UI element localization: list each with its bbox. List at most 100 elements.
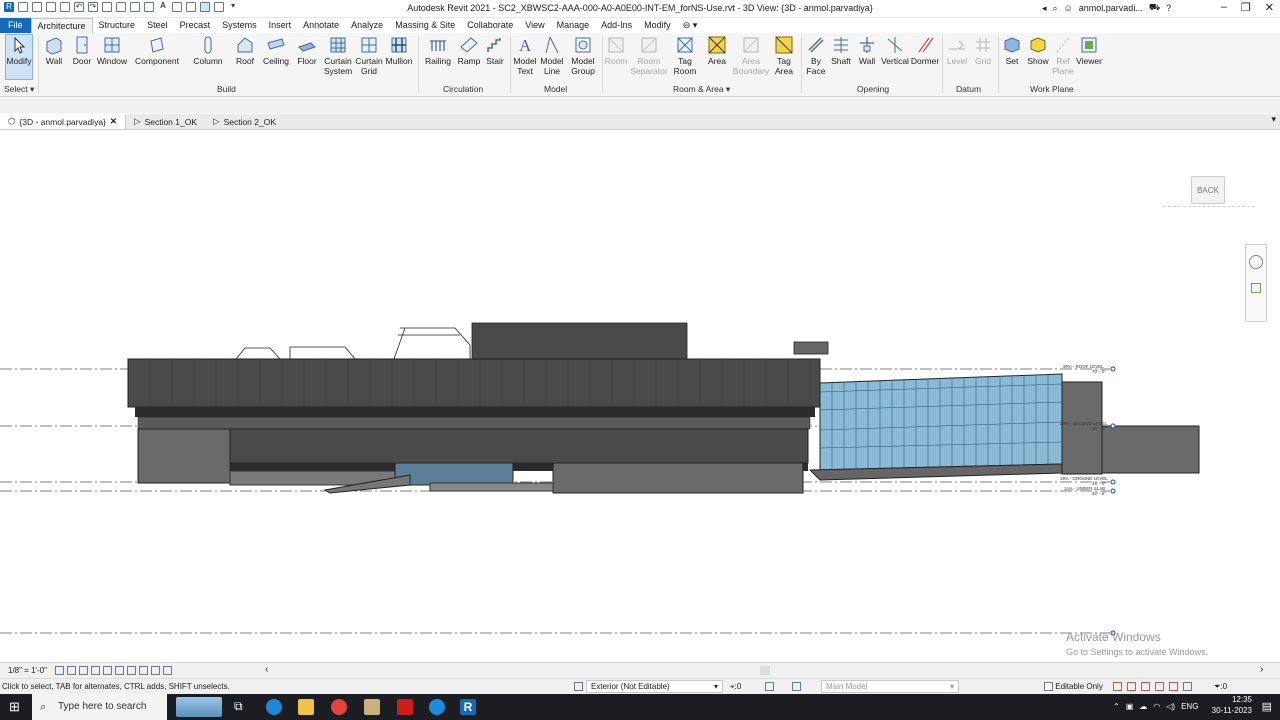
select-pinned-icon[interactable]: [1141, 682, 1150, 691]
help-icon[interactable]: ?: [1166, 3, 1171, 13]
folder-icon[interactable]: [364, 699, 380, 715]
model-text-button[interactable]: A Model Text: [513, 35, 537, 76]
measure-icon[interactable]: [116, 2, 126, 12]
revit-logo-icon[interactable]: R: [4, 2, 14, 12]
show-crop-icon[interactable]: [127, 666, 136, 675]
room-button[interactable]: Room: [604, 35, 628, 67]
design-option-select[interactable]: Main Model ▾: [821, 680, 959, 693]
level-head-marker[interactable]: [1110, 423, 1116, 429]
rooftop-railing[interactable]: [235, 346, 356, 360]
tab-collaborate[interactable]: Collaborate: [461, 18, 519, 33]
tag-room-button[interactable]: Tag Room: [672, 35, 698, 76]
text-icon[interactable]: A: [158, 2, 168, 12]
level-button[interactable]: Level: [945, 35, 969, 67]
show-work-plane-button[interactable]: Show: [1025, 35, 1051, 67]
modify-button[interactable]: Modify: [5, 34, 33, 80]
zoom-icon[interactable]: [1251, 283, 1261, 293]
undo-icon[interactable]: ↶: [74, 2, 84, 12]
west-wing[interactable]: [137, 428, 231, 484]
tab-steel[interactable]: Steel: [141, 18, 174, 33]
tab-analyze[interactable]: Analyze: [345, 18, 389, 33]
set-work-plane-button[interactable]: Set: [1000, 35, 1024, 67]
switch-windows-icon[interactable]: [214, 2, 224, 12]
tab-structure[interactable]: Structure: [93, 18, 142, 33]
mullion-button[interactable]: Mullion: [384, 35, 414, 67]
roof-button[interactable]: Roof: [233, 35, 257, 67]
viewer-button[interactable]: Viewer: [1075, 35, 1103, 67]
minimize-icon[interactable]: –: [1221, 1, 1227, 14]
scroll-left-icon[interactable]: ‹: [265, 664, 268, 675]
rooftop-railing[interactable]: [393, 327, 471, 360]
sync-icon[interactable]: [60, 2, 70, 12]
thin-lines-icon[interactable]: [200, 2, 210, 12]
design-options-icon[interactable]: [792, 682, 801, 691]
workset-select[interactable]: Exterior (Not Editable) ▾: [586, 680, 723, 693]
notifications-icon[interactable]: ▤: [1262, 700, 1272, 713]
rooftop-enclosure[interactable]: [471, 322, 688, 360]
cart-icon[interactable]: ⛟: [1149, 2, 1160, 14]
maximize-icon[interactable]: ❐: [1241, 1, 1251, 14]
user-icon[interactable]: ☺: [1064, 3, 1073, 13]
tab-view[interactable]: View: [519, 18, 550, 33]
east-annex[interactable]: [1101, 425, 1200, 474]
visual-style-icon[interactable]: [67, 666, 76, 675]
chevron-up-icon[interactable]: ⌃: [1113, 702, 1120, 711]
tag-icon[interactable]: [144, 2, 154, 12]
area-boundary-button[interactable]: Area Boundary: [732, 35, 770, 76]
model-line-button[interactable]: Model Line: [539, 35, 565, 76]
lock-view-icon[interactable]: [139, 666, 148, 675]
tab-modify[interactable]: Modify: [638, 18, 677, 33]
view-tab-section-1[interactable]: ▷ Section 1_OK: [126, 114, 205, 129]
area-button[interactable]: Area: [705, 35, 729, 67]
crop-view-icon[interactable]: [115, 666, 124, 675]
plinth[interactable]: [429, 482, 554, 492]
task-view-icon[interactable]: ⧉: [234, 699, 243, 714]
revit-taskbar-icon[interactable]: R: [460, 699, 476, 715]
stair-button[interactable]: Stair: [484, 35, 506, 67]
background-process-icon[interactable]: [1183, 682, 1192, 691]
section-icon[interactable]: [186, 2, 196, 12]
building-model-view[interactable]: 3RA - ROOF LEVEL 70' - 0" 2RA - SECOND L…: [0, 130, 1280, 662]
horizontal-scrollbar-thumb[interactable]: [760, 666, 770, 675]
save-icon[interactable]: [46, 2, 56, 12]
binoculars-icon[interactable]: ⌕: [1053, 3, 1058, 14]
city-widget-icon[interactable]: [176, 697, 222, 717]
main-block-lower[interactable]: [229, 428, 809, 464]
volume-icon[interactable]: ◁): [1166, 702, 1175, 711]
rooftop-unit[interactable]: [793, 341, 829, 355]
viewcube[interactable]: BACK: [1191, 176, 1225, 204]
tab-add-ins[interactable]: Add-Ins: [595, 18, 638, 33]
ceiling-button[interactable]: Ceiling: [261, 35, 291, 67]
level-head-marker[interactable]: [1110, 488, 1116, 494]
level-head-marker[interactable]: [1110, 479, 1116, 485]
drawing-area[interactable]: 3RA - ROOF LEVEL 70' - 0" 2RA - SECOND L…: [0, 130, 1280, 662]
tag-area-button[interactable]: Tag Area: [772, 35, 796, 76]
select-by-face-icon[interactable]: [1155, 682, 1164, 691]
taskbar-search[interactable]: ⌕ Type here to search: [32, 694, 167, 720]
select-dropdown[interactable]: Select ▾: [4, 84, 34, 95]
ref-plane-button[interactable]: Ref Plane: [1052, 35, 1074, 76]
shaft-button[interactable]: Shaft: [829, 35, 853, 67]
view-scale[interactable]: 1/8" = 1'-0": [8, 666, 47, 675]
by-face-button[interactable]: By Face: [804, 35, 828, 76]
curtain-grid-button[interactable]: Curtain Grid: [354, 35, 384, 76]
tab-systems[interactable]: Systems: [216, 18, 263, 33]
middle-band[interactable]: [137, 416, 811, 430]
detail-level-icon[interactable]: [55, 666, 64, 675]
room-area-panel-dropdown[interactable]: Room & Area ▾: [673, 84, 730, 95]
print-icon[interactable]: [102, 2, 112, 12]
tab-architecture[interactable]: Architecture: [30, 18, 93, 33]
filter-count[interactable]: ⏷:0: [1214, 682, 1227, 692]
wifi-icon[interactable]: ◠: [1153, 702, 1160, 711]
railing-button[interactable]: Railing: [424, 35, 452, 67]
temp-hide-icon[interactable]: [151, 666, 160, 675]
shadows-icon[interactable]: [91, 666, 100, 675]
customize-qat-icon[interactable]: ▾: [228, 2, 238, 12]
tab-precast[interactable]: Precast: [174, 18, 217, 33]
3d-view-icon[interactable]: [172, 2, 182, 12]
editing-requests-icon[interactable]: [765, 682, 774, 691]
window-strip[interactable]: [135, 407, 815, 417]
window-button[interactable]: Window: [97, 35, 127, 67]
acrobat-icon[interactable]: [397, 699, 413, 715]
door-button[interactable]: Door: [71, 35, 93, 67]
